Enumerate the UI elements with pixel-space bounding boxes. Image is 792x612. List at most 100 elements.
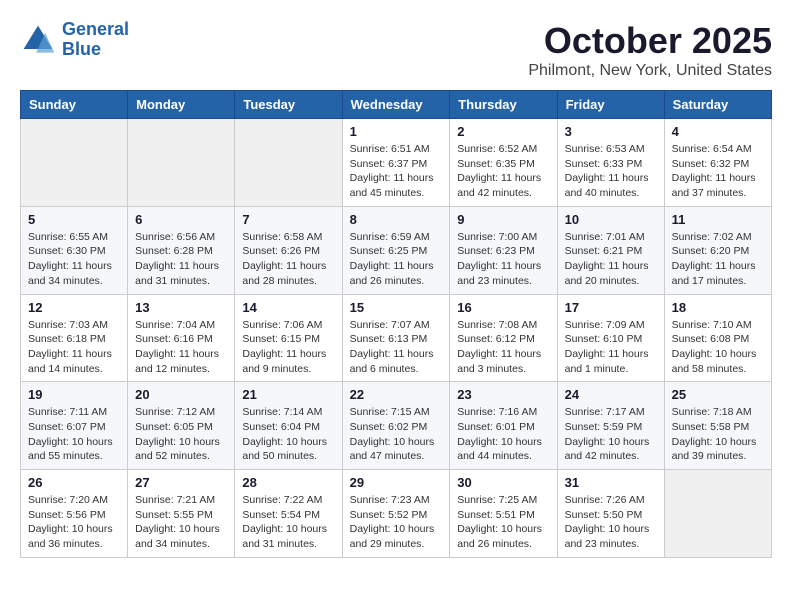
- day-number: 31: [565, 475, 657, 490]
- day-info: Sunrise: 7:21 AM Sunset: 5:55 PM Dayligh…: [135, 493, 227, 552]
- day-number: 10: [565, 212, 657, 227]
- calendar-cell: 12 Sunrise: 7:03 AM Sunset: 6:18 PM Dayli…: [21, 294, 128, 382]
- day-info: Sunrise: 7:17 AM Sunset: 5:59 PM Dayligh…: [565, 405, 657, 464]
- calendar-cell: 3 Sunrise: 6:53 AM Sunset: 6:33 PM Daylig…: [557, 119, 664, 207]
- header-row: SundayMondayTuesdayWednesdayThursdayFrid…: [21, 91, 772, 119]
- day-number: 5: [28, 212, 120, 227]
- calendar-cell: 5 Sunrise: 6:55 AM Sunset: 6:30 PM Daylig…: [21, 206, 128, 294]
- logo-icon: [20, 22, 56, 58]
- calendar-cell: 20Sunrise: 7:12 AM Sunset: 6:05 PM Dayli…: [128, 382, 235, 470]
- day-number: 4: [672, 124, 764, 139]
- day-number: 29: [350, 475, 443, 490]
- day-info: Sunrise: 7:03 AM Sunset: 6:18 PM Dayligh…: [28, 318, 120, 377]
- day-info: Sunrise: 6:56 AM Sunset: 6:28 PM Dayligh…: [135, 230, 227, 289]
- day-info: Sunrise: 7:20 AM Sunset: 5:56 PM Dayligh…: [28, 493, 120, 552]
- day-number: 19: [28, 387, 120, 402]
- calendar-week-row: 1 Sunrise: 6:51 AM Sunset: 6:37 PM Daylig…: [21, 119, 772, 207]
- day-number: 1: [350, 124, 443, 139]
- calendar-cell: 14Sunrise: 7:06 AM Sunset: 6:15 PM Dayli…: [235, 294, 342, 382]
- day-info: Sunrise: 6:53 AM Sunset: 6:33 PM Dayligh…: [565, 142, 657, 201]
- calendar-cell: 25 Sunrise: 7:18 AM Sunset: 5:58 PM Dayli…: [664, 382, 771, 470]
- calendar-cell: 27 Sunrise: 7:21 AM Sunset: 5:55 PM Dayli…: [128, 470, 235, 558]
- day-info: Sunrise: 7:02 AM Sunset: 6:20 PM Dayligh…: [672, 230, 764, 289]
- day-info: Sunrise: 7:25 AM Sunset: 5:51 PM Dayligh…: [457, 493, 549, 552]
- calendar-cell: 31 Sunrise: 7:26 AM Sunset: 5:50 PM Dayli…: [557, 470, 664, 558]
- calendar-cell: 2 Sunrise: 6:52 AM Sunset: 6:35 PM Daylig…: [450, 119, 557, 207]
- day-number: 23: [457, 387, 549, 402]
- day-info: Sunrise: 7:23 AM Sunset: 5:52 PM Dayligh…: [350, 493, 443, 552]
- day-info: Sunrise: 7:00 AM Sunset: 6:23 PM Dayligh…: [457, 230, 549, 289]
- day-number: 3: [565, 124, 657, 139]
- logo-line1: General: [62, 19, 129, 39]
- day-info: Sunrise: 7:16 AM Sunset: 6:01 PM Dayligh…: [457, 405, 549, 464]
- day-info: Sunrise: 7:11 AM Sunset: 6:07 PM Dayligh…: [28, 405, 120, 464]
- day-info: Sunrise: 7:10 AM Sunset: 6:08 PM Dayligh…: [672, 318, 764, 377]
- day-number: 11: [672, 212, 764, 227]
- day-info: Sunrise: 6:58 AM Sunset: 6:26 PM Dayligh…: [242, 230, 334, 289]
- title-block: October 2025 Philmont, New York, United …: [528, 20, 772, 80]
- day-number: 15: [350, 300, 443, 315]
- calendar-cell: 16Sunrise: 7:08 AM Sunset: 6:12 PM Dayli…: [450, 294, 557, 382]
- location-title: Philmont, New York, United States: [528, 62, 772, 80]
- day-info: Sunrise: 7:18 AM Sunset: 5:58 PM Dayligh…: [672, 405, 764, 464]
- day-number: 2: [457, 124, 549, 139]
- weekday-header: Sunday: [21, 91, 128, 119]
- calendar-cell: 30 Sunrise: 7:25 AM Sunset: 5:51 PM Dayli…: [450, 470, 557, 558]
- day-number: 27: [135, 475, 227, 490]
- logo-line2: Blue: [62, 39, 101, 59]
- calendar-cell: 1 Sunrise: 6:51 AM Sunset: 6:37 PM Daylig…: [342, 119, 450, 207]
- calendar-cell: 8 Sunrise: 6:59 AM Sunset: 6:25 PM Daylig…: [342, 206, 450, 294]
- day-number: 12: [28, 300, 120, 315]
- day-info: Sunrise: 7:14 AM Sunset: 6:04 PM Dayligh…: [242, 405, 334, 464]
- day-number: 20: [135, 387, 227, 402]
- day-number: 26: [28, 475, 120, 490]
- day-number: 28: [242, 475, 334, 490]
- calendar-cell: [235, 119, 342, 207]
- day-number: 6: [135, 212, 227, 227]
- weekday-header: Friday: [557, 91, 664, 119]
- calendar-cell: 7Sunrise: 6:58 AM Sunset: 6:26 PM Daylig…: [235, 206, 342, 294]
- calendar-cell: 29 Sunrise: 7:23 AM Sunset: 5:52 PM Dayli…: [342, 470, 450, 558]
- calendar-cell: [128, 119, 235, 207]
- day-number: 22: [350, 387, 443, 402]
- calendar-week-row: 19 Sunrise: 7:11 AM Sunset: 6:07 PM Dayli…: [21, 382, 772, 470]
- page-header: General Blue October 2025 Philmont, New …: [20, 20, 772, 80]
- day-info: Sunrise: 7:09 AM Sunset: 6:10 PM Dayligh…: [565, 318, 657, 377]
- calendar-cell: 22 Sunrise: 7:15 AM Sunset: 6:02 PM Dayli…: [342, 382, 450, 470]
- day-info: Sunrise: 6:55 AM Sunset: 6:30 PM Dayligh…: [28, 230, 120, 289]
- day-info: Sunrise: 7:26 AM Sunset: 5:50 PM Dayligh…: [565, 493, 657, 552]
- logo: General Blue: [20, 20, 129, 60]
- day-info: Sunrise: 7:15 AM Sunset: 6:02 PM Dayligh…: [350, 405, 443, 464]
- day-number: 16: [457, 300, 549, 315]
- calendar-cell: 23 Sunrise: 7:16 AM Sunset: 6:01 PM Dayli…: [450, 382, 557, 470]
- calendar-cell: 6 Sunrise: 6:56 AM Sunset: 6:28 PM Daylig…: [128, 206, 235, 294]
- calendar-cell: 13Sunrise: 7:04 AM Sunset: 6:16 PM Dayli…: [128, 294, 235, 382]
- day-number: 21: [242, 387, 334, 402]
- calendar-cell: 10 Sunrise: 7:01 AM Sunset: 6:21 PM Dayli…: [557, 206, 664, 294]
- weekday-header: Saturday: [664, 91, 771, 119]
- calendar-cell: 15 Sunrise: 7:07 AM Sunset: 6:13 PM Dayli…: [342, 294, 450, 382]
- day-info: Sunrise: 7:01 AM Sunset: 6:21 PM Dayligh…: [565, 230, 657, 289]
- calendar-cell: 21 Sunrise: 7:14 AM Sunset: 6:04 PM Dayli…: [235, 382, 342, 470]
- day-info: Sunrise: 6:54 AM Sunset: 6:32 PM Dayligh…: [672, 142, 764, 201]
- calendar-body: 1 Sunrise: 6:51 AM Sunset: 6:37 PM Daylig…: [21, 119, 772, 558]
- day-info: Sunrise: 6:59 AM Sunset: 6:25 PM Dayligh…: [350, 230, 443, 289]
- calendar-cell: 4 Sunrise: 6:54 AM Sunset: 6:32 PM Daylig…: [664, 119, 771, 207]
- day-info: Sunrise: 7:04 AM Sunset: 6:16 PM Dayligh…: [135, 318, 227, 377]
- weekday-header: Wednesday: [342, 91, 450, 119]
- month-title: October 2025: [528, 20, 772, 62]
- day-info: Sunrise: 7:06 AM Sunset: 6:15 PM Dayligh…: [242, 318, 334, 377]
- day-info: Sunrise: 6:52 AM Sunset: 6:35 PM Dayligh…: [457, 142, 549, 201]
- calendar-cell: 28Sunrise: 7:22 AM Sunset: 5:54 PM Dayli…: [235, 470, 342, 558]
- day-number: 25: [672, 387, 764, 402]
- calendar-cell: 9Sunrise: 7:00 AM Sunset: 6:23 PM Daylig…: [450, 206, 557, 294]
- weekday-header: Thursday: [450, 91, 557, 119]
- day-number: 30: [457, 475, 549, 490]
- day-info: Sunrise: 6:51 AM Sunset: 6:37 PM Dayligh…: [350, 142, 443, 201]
- calendar-cell: 24Sunrise: 7:17 AM Sunset: 5:59 PM Dayli…: [557, 382, 664, 470]
- day-info: Sunrise: 7:07 AM Sunset: 6:13 PM Dayligh…: [350, 318, 443, 377]
- calendar-cell: [21, 119, 128, 207]
- calendar-cell: 18Sunrise: 7:10 AM Sunset: 6:08 PM Dayli…: [664, 294, 771, 382]
- day-number: 8: [350, 212, 443, 227]
- calendar-header: SundayMondayTuesdayWednesdayThursdayFrid…: [21, 91, 772, 119]
